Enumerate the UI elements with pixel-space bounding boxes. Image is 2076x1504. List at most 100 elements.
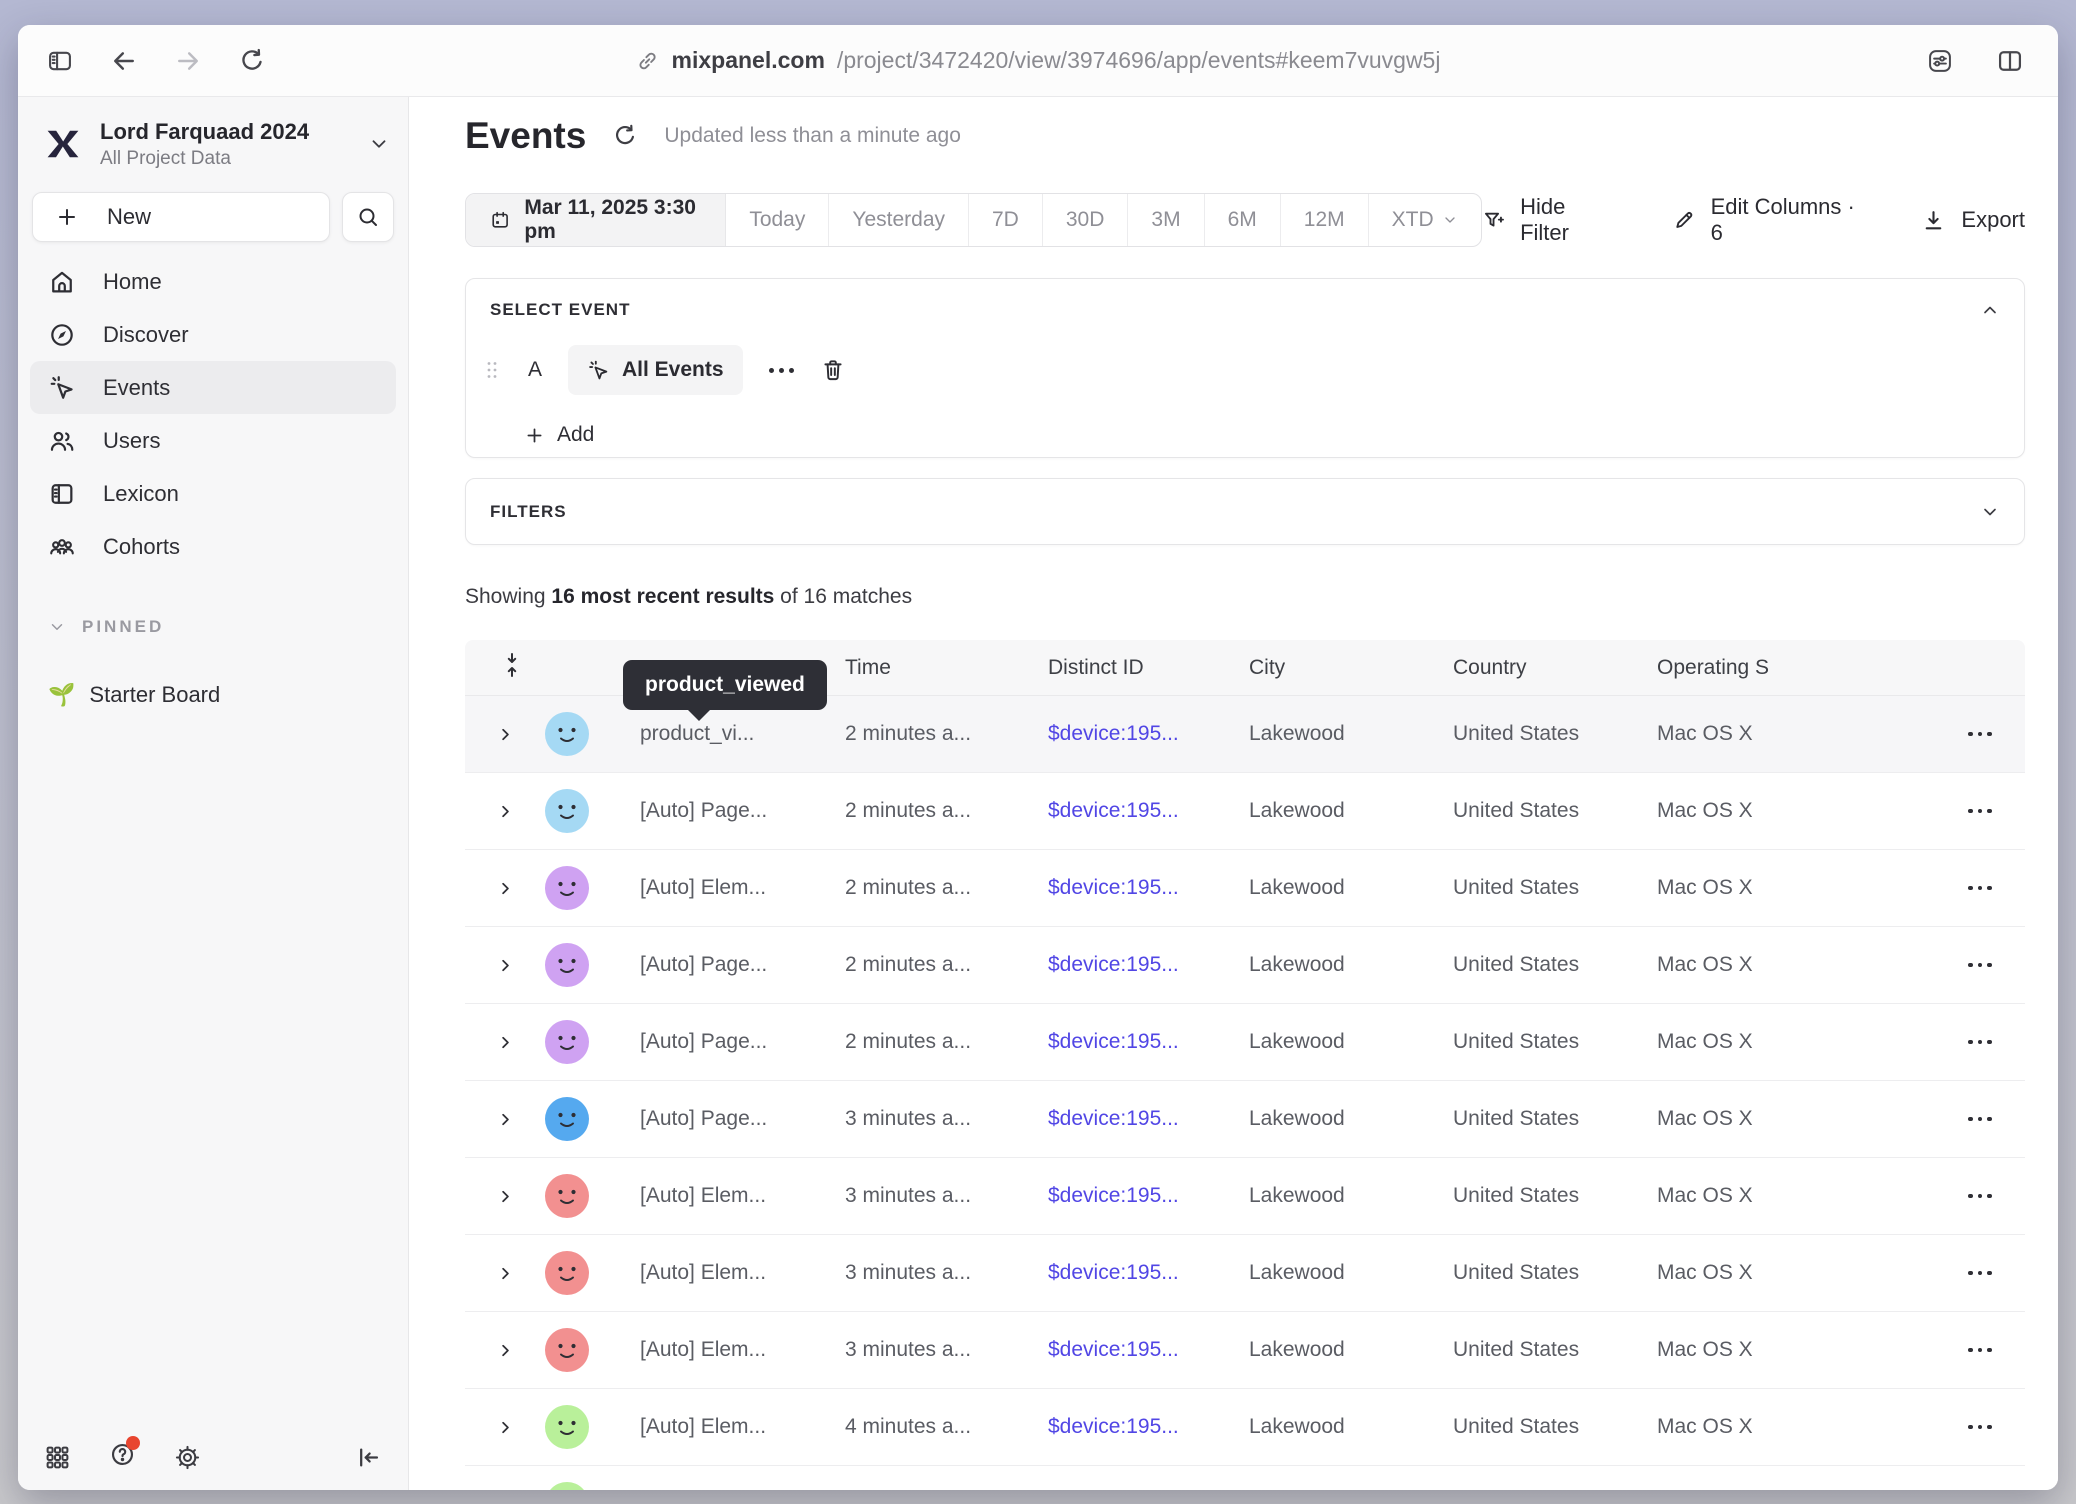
- distinct-id-link[interactable]: $device:195...: [1048, 1338, 1249, 1362]
- table-row[interactable]: [Auto] Page... 2 minutes a... $device:19…: [465, 927, 2025, 1004]
- forward-icon[interactable]: [174, 47, 202, 75]
- expand-section-icon[interactable]: [1980, 502, 2000, 522]
- range-12m[interactable]: 12M: [1281, 194, 1369, 246]
- event-more-options-button[interactable]: [765, 364, 798, 377]
- sidebar-item-cohorts[interactable]: Cohorts: [30, 520, 396, 573]
- split-view-icon[interactable]: [1996, 47, 2024, 75]
- table-row[interactable]: [Auto] Page... 2 minutes a... $device:19…: [465, 773, 2025, 850]
- collapse-sidebar-icon[interactable]: [355, 1444, 382, 1471]
- date-picker[interactable]: Mar 11, 2025 3:30 pm: [466, 194, 726, 246]
- row-actions-button[interactable]: [1935, 809, 2025, 814]
- row-actions-button[interactable]: [1935, 1194, 2025, 1199]
- chevron-down-icon: [368, 133, 390, 155]
- column-country[interactable]: Country: [1453, 656, 1657, 680]
- add-event-button[interactable]: Add: [524, 423, 634, 447]
- row-actions-button[interactable]: [1935, 886, 2025, 891]
- hide-filter-button[interactable]: Hide Filter: [1482, 194, 1614, 246]
- page-settings-icon[interactable]: [1926, 47, 1954, 75]
- table-row[interactable]: [Auto] Elem... 3 minutes a... $device:19…: [465, 1235, 2025, 1312]
- sidebar-item-lexicon[interactable]: Lexicon: [30, 467, 396, 520]
- expand-row-icon[interactable]: [496, 956, 515, 975]
- table-row[interactable]: [Auto] Elem... 2 minutes a... $device:19…: [465, 850, 2025, 927]
- expand-row-icon[interactable]: [496, 1033, 515, 1052]
- range-30d[interactable]: 30D: [1043, 194, 1129, 246]
- table-row[interactable]: [Auto] Elem... 3 minutes a... $device:19…: [465, 1158, 2025, 1235]
- avatar: [545, 1405, 589, 1449]
- plus-icon: [524, 425, 545, 446]
- page-title: Events: [465, 115, 586, 157]
- table-row[interactable]: [Auto] Elem... 3 minutes a... $device:19…: [465, 1312, 2025, 1389]
- expand-row-icon[interactable]: [496, 1418, 515, 1437]
- new-button[interactable]: New: [32, 192, 330, 242]
- collapse-all-rows-icon[interactable]: [501, 652, 523, 678]
- expand-row-icon[interactable]: [496, 1187, 515, 1206]
- sidebar-item-events[interactable]: Events: [30, 361, 396, 414]
- events-cursor-icon: [48, 374, 76, 402]
- distinct-id-link[interactable]: $device:195...: [1048, 1107, 1249, 1131]
- refresh-results-icon[interactable]: [612, 123, 638, 149]
- expand-row-icon[interactable]: [496, 1110, 515, 1129]
- refresh-icon[interactable]: [238, 47, 266, 75]
- pinned-section-toggle[interactable]: PINNED: [48, 617, 164, 637]
- url-host: mixpanel.com: [672, 47, 825, 74]
- distinct-id-link[interactable]: $device:195...: [1048, 1415, 1249, 1439]
- column-distinct-id[interactable]: Distinct ID: [1048, 656, 1249, 680]
- distinct-id-link[interactable]: $device:195...: [1048, 953, 1249, 977]
- range-3m[interactable]: 3M: [1128, 194, 1204, 246]
- expand-row-icon[interactable]: [496, 1341, 515, 1360]
- collapse-section-icon[interactable]: [1980, 300, 2000, 320]
- range-7d[interactable]: 7D: [969, 194, 1043, 246]
- cohorts-icon: [48, 533, 76, 561]
- selected-event-label: All Events: [622, 358, 724, 382]
- row-actions-button[interactable]: [1935, 1040, 2025, 1045]
- distinct-id-link[interactable]: $device:195...: [1048, 1184, 1249, 1208]
- event-selector-button[interactable]: All Events: [568, 345, 743, 395]
- distinct-id-link[interactable]: $device:195...: [1048, 799, 1249, 823]
- back-icon[interactable]: [110, 47, 138, 75]
- edit-columns-button[interactable]: Edit Columns · 6: [1672, 194, 1863, 246]
- table-row[interactable]: [Auto] Page... 2 minutes a... $device:19…: [465, 1004, 2025, 1081]
- row-actions-button[interactable]: [1935, 1348, 2025, 1353]
- range-today[interactable]: Today: [726, 194, 829, 246]
- seedling-icon: 🌱: [48, 682, 75, 708]
- address-bar[interactable]: mixpanel.com/project/3472420/view/397469…: [636, 25, 1441, 96]
- expand-row-icon[interactable]: [496, 1264, 515, 1283]
- project-switcher[interactable]: Lord Farquaad 2024 All Project Data: [42, 108, 390, 180]
- row-actions-button[interactable]: [1935, 963, 2025, 968]
- delete-event-icon[interactable]: [820, 357, 846, 383]
- sidebar-item-discover[interactable]: Discover: [30, 308, 396, 361]
- search-button[interactable]: [342, 192, 394, 242]
- distinct-id-link[interactable]: $device:195...: [1048, 1030, 1249, 1054]
- expand-row-icon[interactable]: [496, 879, 515, 898]
- chevron-down-icon: [1442, 212, 1458, 228]
- apps-grid-icon[interactable]: [44, 1444, 71, 1471]
- range-xtd[interactable]: XTD: [1369, 194, 1481, 246]
- browser-sidebar-toggle-icon[interactable]: [46, 47, 74, 75]
- expand-row-icon[interactable]: [496, 725, 515, 744]
- column-time[interactable]: Time: [845, 656, 1048, 680]
- sidebar-item-home[interactable]: Home: [30, 255, 396, 308]
- range-6m[interactable]: 6M: [1205, 194, 1281, 246]
- settings-gear-icon[interactable]: [174, 1444, 201, 1471]
- distinct-id-link[interactable]: $device:195...: [1048, 876, 1249, 900]
- row-actions-button[interactable]: [1935, 1425, 2025, 1430]
- table-row[interactable]: [465, 1466, 2025, 1490]
- row-actions-button[interactable]: [1935, 1117, 2025, 1122]
- os-cell: Mac OS X: [1657, 722, 1825, 746]
- distinct-id-link[interactable]: $device:195...: [1048, 722, 1249, 746]
- row-actions-button[interactable]: [1935, 732, 2025, 737]
- column-city[interactable]: City: [1249, 656, 1453, 680]
- table-row[interactable]: [Auto] Page... 3 minutes a... $device:19…: [465, 1081, 2025, 1158]
- table-row[interactable]: [Auto] Elem... 4 minutes a... $device:19…: [465, 1389, 2025, 1466]
- sidebar-item-users[interactable]: Users: [30, 414, 396, 467]
- drag-handle-icon[interactable]: [482, 359, 502, 381]
- sidebar-item-label: Lexicon: [103, 481, 179, 507]
- sidebar-item-starter-board[interactable]: 🌱 Starter Board: [48, 672, 220, 718]
- expand-row-icon[interactable]: [496, 802, 515, 821]
- row-actions-button[interactable]: [1935, 1271, 2025, 1276]
- country-cell: United States: [1453, 799, 1657, 823]
- export-button[interactable]: Export: [1921, 207, 2025, 233]
- range-yesterday[interactable]: Yesterday: [829, 194, 969, 246]
- distinct-id-link[interactable]: $device:195...: [1048, 1261, 1249, 1285]
- column-os[interactable]: Operating S: [1657, 656, 1825, 680]
